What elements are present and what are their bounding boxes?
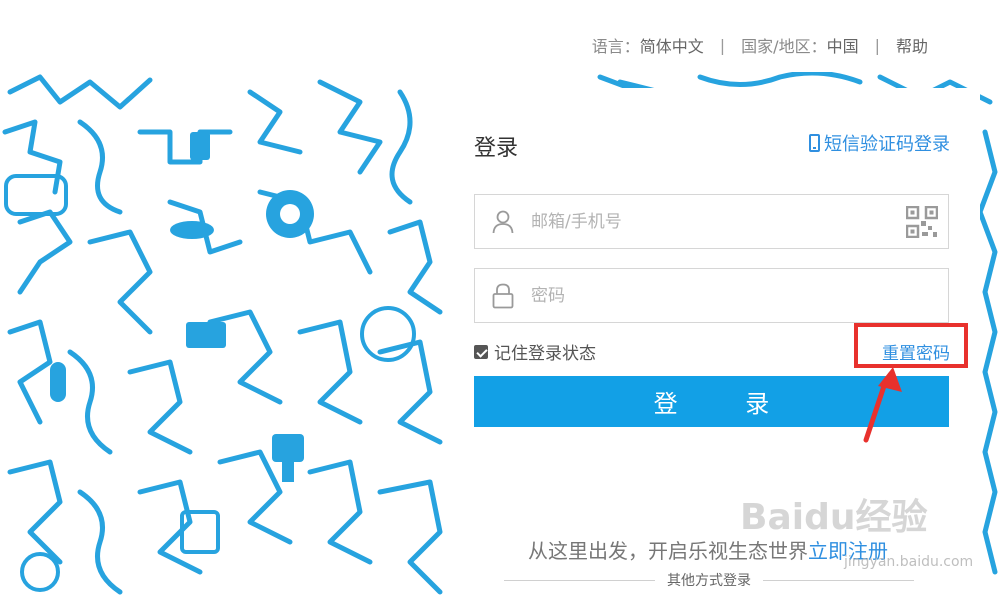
top-nav: 语言： 简体中文 | 国家/地区： 中国 | 帮助 [592,33,928,57]
divider-line [763,579,914,581]
region-label: 国家/地区： [741,37,827,56]
sms-login-label: 短信验证码登录 [824,134,950,155]
annotation-highlight-box [854,323,968,368]
slogan: 从这里出发，开启乐视生态世界立即注册 [528,535,888,564]
password-input[interactable] [531,269,948,322]
password-field [474,268,949,323]
qr-code-icon[interactable] [896,195,948,248]
slogan-text: 从这里出发，开启乐视生态世界 [528,539,808,563]
register-link[interactable]: 立即注册 [808,539,888,563]
help-link[interactable]: 帮助 [896,33,928,57]
language-selector[interactable]: 简体中文 [640,33,704,57]
user-icon [475,195,531,248]
other-login-divider: 其他方式登录 [504,570,914,590]
region-selector[interactable]: 中国 [827,33,859,57]
nav-separator: | [719,35,726,55]
lock-icon [475,269,531,322]
account-input[interactable] [531,195,896,248]
remember-label: 记住登录状态 [494,344,596,364]
phone-icon [809,134,820,152]
top-bar: 语言： 简体中文 | 国家/地区： 中国 | 帮助 [0,0,1000,72]
sms-login-link[interactable]: 短信验证码登录 [809,130,950,156]
login-button[interactable]: 登 录 [474,376,949,427]
login-title: 登录 [474,136,519,161]
login-page: 语言： 简体中文 | 国家/地区： 中国 | 帮助 登录 短信验证码登录 邮箱/… [0,0,1000,599]
account-field [474,194,949,249]
nav-separator: | [874,35,880,55]
divider-line [504,579,655,581]
other-login-label: 其他方式登录 [667,573,751,589]
language-label: 语言： [591,37,640,56]
remember-login[interactable]: 记住登录状态 [474,339,596,364]
checkbox-icon[interactable] [474,344,488,359]
